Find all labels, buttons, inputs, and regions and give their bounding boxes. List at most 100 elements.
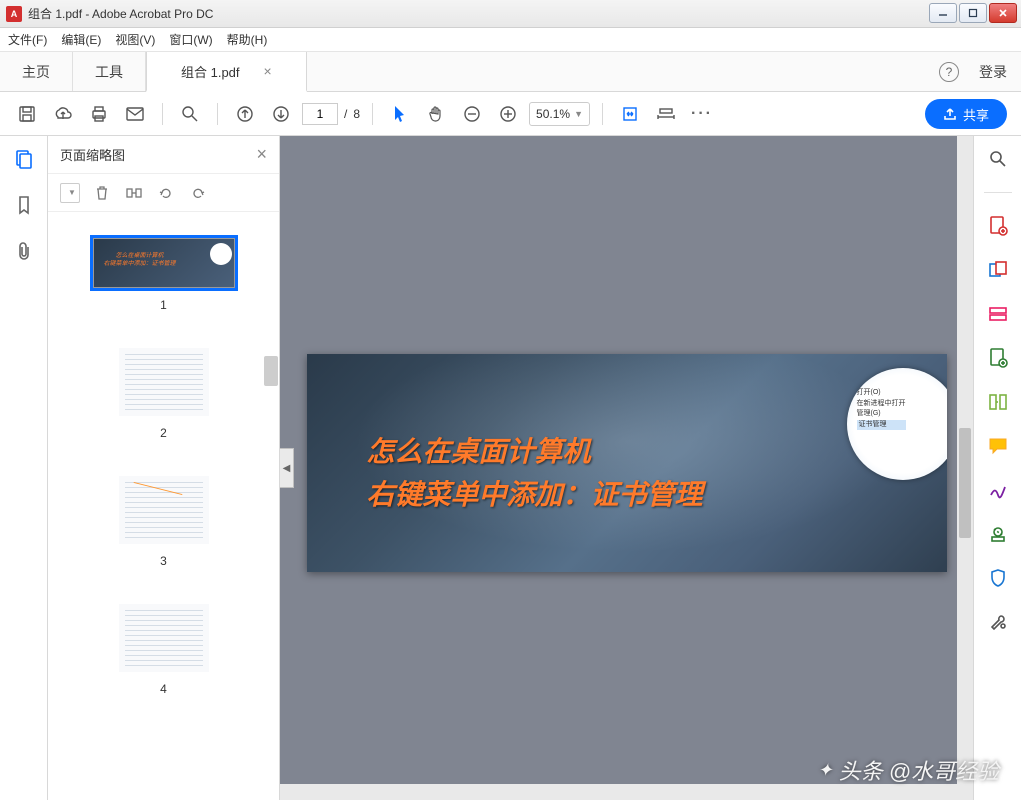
rotate-cw-icon[interactable] [188, 183, 208, 203]
protect-icon[interactable] [987, 567, 1009, 589]
tab-document-label: 组合 1.pdf [181, 62, 240, 81]
thumbnail-scrollbar[interactable] [264, 356, 278, 386]
toolbar: / 8 50.1% ▼ ··· 共享 [0, 92, 1021, 136]
more-tools-icon[interactable] [987, 611, 1009, 633]
title-bar: A 组合 1.pdf - Adobe Acrobat Pro DC [0, 0, 1021, 28]
prev-page-icon[interactable] [230, 99, 260, 129]
thumbnail-options-icon[interactable]: ▼ [60, 183, 80, 203]
thumbnail-image[interactable] [119, 348, 209, 416]
attachments-rail-icon[interactable] [13, 240, 35, 262]
page-inset-image: 打开(O) 在新进程中打开 管理(G) 证书管理 [847, 368, 947, 480]
chevron-down-icon: ▼ [574, 109, 583, 119]
watermark: ✦ 头条 @水哥经验 [818, 754, 999, 786]
organize-pages-icon[interactable] [987, 391, 1009, 413]
bookmarks-rail-icon[interactable] [13, 194, 35, 216]
main-area: 页面缩略图 × ▼ 怎么在桌面计算机右键菜单中添加：证书管理 1 2 3 [0, 136, 1021, 800]
thumbnail-image[interactable] [119, 476, 209, 544]
thumbnail-toolbar: ▼ [48, 174, 279, 212]
thumbnail-list[interactable]: 怎么在桌面计算机右键菜单中添加：证书管理 1 2 3 4 [48, 212, 279, 800]
thumbnail-item[interactable]: 4 [60, 604, 267, 696]
zoom-in-icon[interactable] [493, 99, 523, 129]
right-tool-rail [973, 136, 1021, 800]
collapse-panel-icon[interactable]: ◀ [280, 448, 294, 488]
email-icon[interactable] [120, 99, 150, 129]
page-current-input[interactable] [302, 103, 338, 125]
search-tool-icon[interactable] [987, 148, 1009, 170]
menu-help[interactable]: 帮助(H) [227, 31, 268, 48]
app-icon: A [6, 6, 22, 22]
close-button[interactable] [989, 3, 1017, 23]
save-icon[interactable] [12, 99, 42, 129]
cloud-icon[interactable] [48, 99, 78, 129]
tab-tools[interactable]: 工具 [73, 52, 146, 91]
page-view: 怎么在桌面计算机 右键菜单中添加：证书管理 打开(O) 在新进程中打开 管理(G… [307, 354, 947, 572]
watermark-prefix: 头条 [839, 754, 883, 786]
share-button[interactable]: 共享 [925, 99, 1007, 129]
tab-bar: 主页 工具 组合 1.pdf × ? 登录 [0, 52, 1021, 92]
page-display-icon[interactable] [651, 99, 681, 129]
left-nav-rail [0, 136, 48, 800]
page-total: 8 [353, 107, 360, 121]
hand-tool-icon[interactable] [421, 99, 451, 129]
find-icon[interactable] [175, 99, 205, 129]
thumbnail-panel: 页面缩略图 × ▼ 怎么在桌面计算机右键菜单中添加：证书管理 1 2 3 [48, 136, 280, 800]
delete-page-icon[interactable] [92, 183, 112, 203]
document-canvas[interactable]: ◀ 怎么在桌面计算机 右键菜单中添加：证书管理 打开(O) 在新进程中打开 管理… [280, 136, 973, 800]
thumbnail-number: 3 [60, 554, 267, 568]
thumbnail-image[interactable]: 怎么在桌面计算机右键菜单中添加：证书管理 [93, 238, 235, 288]
share-icon [943, 107, 957, 121]
maximize-button[interactable] [959, 3, 987, 23]
stamp-icon[interactable] [987, 523, 1009, 545]
thumbnail-header: 页面缩略图 × [48, 136, 279, 174]
zoom-out-icon[interactable] [457, 99, 487, 129]
more-tools-icon[interactable]: ··· [687, 99, 717, 129]
zoom-value: 50.1% [536, 107, 570, 121]
comment-icon[interactable] [987, 435, 1009, 457]
close-panel-icon[interactable]: × [256, 144, 267, 165]
menu-window[interactable]: 窗口(W) [169, 31, 212, 48]
fit-width-icon[interactable] [615, 99, 645, 129]
thumbnail-number: 1 [60, 298, 267, 312]
thumbnail-item[interactable]: 2 [60, 348, 267, 440]
help-icon[interactable]: ? [939, 62, 959, 82]
combine-files-icon[interactable] [987, 259, 1009, 281]
edit-pdf-icon[interactable] [987, 303, 1009, 325]
thumbnail-number: 2 [60, 426, 267, 440]
thumbnail-number: 4 [60, 682, 267, 696]
select-tool-icon[interactable] [385, 99, 415, 129]
zoom-select[interactable]: 50.1% ▼ [529, 102, 590, 126]
menu-view[interactable]: 视图(V) [115, 31, 155, 48]
watermark-icon: ✦ [818, 760, 833, 781]
toolbar-separator [217, 103, 218, 125]
thumbnail-item[interactable]: 怎么在桌面计算机右键菜单中添加：证书管理 1 [60, 238, 267, 312]
create-pdf-icon[interactable] [987, 215, 1009, 237]
menu-file[interactable]: 文件(F) [8, 31, 47, 48]
tab-home[interactable]: 主页 [0, 52, 73, 91]
thumbnail-item[interactable]: 3 [60, 476, 267, 568]
fill-sign-icon[interactable] [987, 479, 1009, 501]
window-title: 组合 1.pdf - Adobe Acrobat Pro DC [28, 5, 213, 22]
page-sep: / [344, 107, 347, 121]
page-indicator: / 8 [302, 103, 360, 125]
tab-close-icon[interactable]: × [264, 63, 272, 79]
rotate-ccw-icon[interactable] [156, 183, 176, 203]
vertical-scroll-thumb[interactable] [959, 428, 971, 538]
watermark-author: @水哥经验 [889, 754, 999, 786]
export-pdf-icon[interactable] [987, 347, 1009, 369]
menu-bar: 文件(F) 编辑(E) 视图(V) 窗口(W) 帮助(H) [0, 28, 1021, 52]
toolbar-separator [372, 103, 373, 125]
horizontal-scrollbar[interactable] [280, 784, 957, 800]
next-page-icon[interactable] [266, 99, 296, 129]
toolbar-separator [162, 103, 163, 125]
menu-edit[interactable]: 编辑(E) [61, 31, 101, 48]
login-link[interactable]: 登录 [979, 62, 1007, 82]
thumbnail-panel-title: 页面缩略图 [60, 145, 125, 164]
thumbnail-image[interactable] [119, 604, 209, 672]
toolbar-separator [602, 103, 603, 125]
thumbnails-rail-icon[interactable] [13, 148, 35, 170]
separator [984, 192, 1012, 193]
tab-document[interactable]: 组合 1.pdf × [146, 52, 307, 92]
print-icon[interactable] [84, 99, 114, 129]
minimize-button[interactable] [929, 3, 957, 23]
extract-page-icon[interactable] [124, 183, 144, 203]
